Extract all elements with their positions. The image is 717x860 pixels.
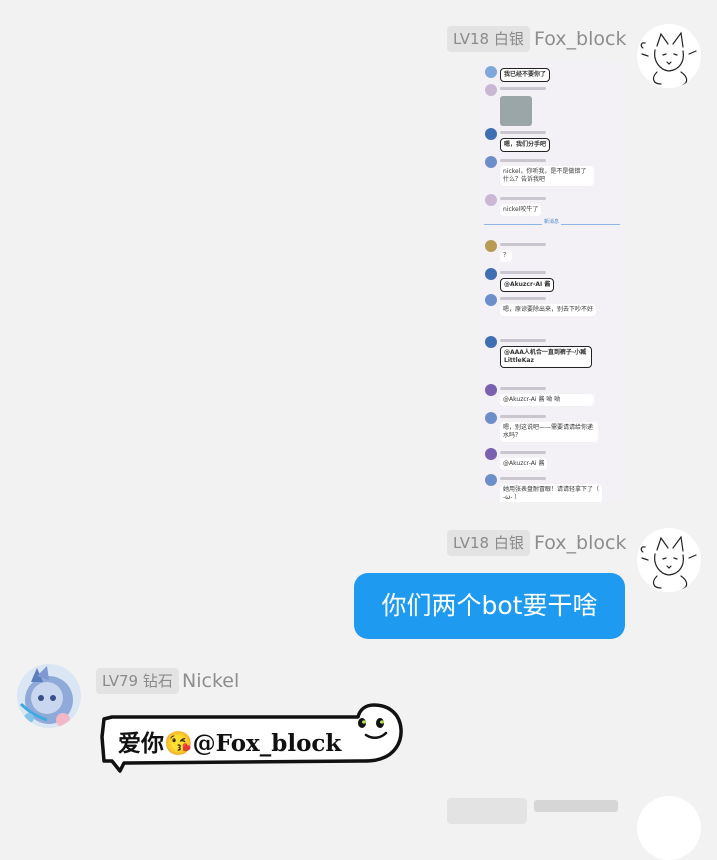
mini-message: 嗯，原谅要除出来，别去下吵不好 xyxy=(500,304,596,316)
mini-message: 她用张表盘耐冒眼！请请轻拿下了（ -ω- ） xyxy=(500,484,602,502)
message-text: 爱你😘@Fox_block xyxy=(118,730,342,757)
mini-message: nickel，你听我，是不是做错了什么？告诉我吧 xyxy=(500,166,594,186)
mini-message: 嗯，我们分手吧 xyxy=(500,138,551,152)
special-message-bubble[interactable]: 爱你😘@Fox_block xyxy=(98,703,404,775)
message-bubble[interactable]: 你们两个bot要干啥 xyxy=(354,573,625,639)
level-badge xyxy=(447,798,527,824)
mini-message: 嗯，别这说吧——需要请请给你递水吗？ xyxy=(500,422,598,442)
level-badge: LV18 白银 xyxy=(447,530,530,556)
mini-message: @Akuzcr-Ai 酱 呦 呦 xyxy=(500,394,594,406)
mini-image-thumb xyxy=(500,96,532,126)
sender-name[interactable]: Nickel xyxy=(182,668,239,694)
new-messages-divider: 新消息 xyxy=(542,218,562,225)
mini-message: @Akuzcr-AI 酱 xyxy=(500,278,555,292)
sender-name[interactable]: Fox_block xyxy=(534,26,626,52)
fox-avatar-icon[interactable] xyxy=(637,528,701,592)
level-badge: LV18 白银 xyxy=(447,26,530,52)
nickel-avatar-icon[interactable] xyxy=(17,664,81,728)
mini-message: nickel咬牛了 xyxy=(500,204,542,216)
sender-name xyxy=(534,800,618,812)
level-badge: LV79 钻石 xyxy=(96,668,179,694)
mini-message: @Akuzcr-Ai 酱 xyxy=(500,458,548,470)
sender-name[interactable]: Fox_block xyxy=(534,530,626,556)
shared-screenshot-image[interactable]: 我已经不要你了 嗯，我们分手吧 nickel，你听我，是不是做错了什么？告诉我吧… xyxy=(480,62,624,502)
mini-message: 我已经不要你了 xyxy=(500,68,551,82)
mini-message: @AAA人机合一直到裤子·小臧 LittleKaz xyxy=(500,346,592,368)
fox-avatar-icon[interactable] xyxy=(637,24,701,88)
mini-message: ？ xyxy=(500,250,513,262)
